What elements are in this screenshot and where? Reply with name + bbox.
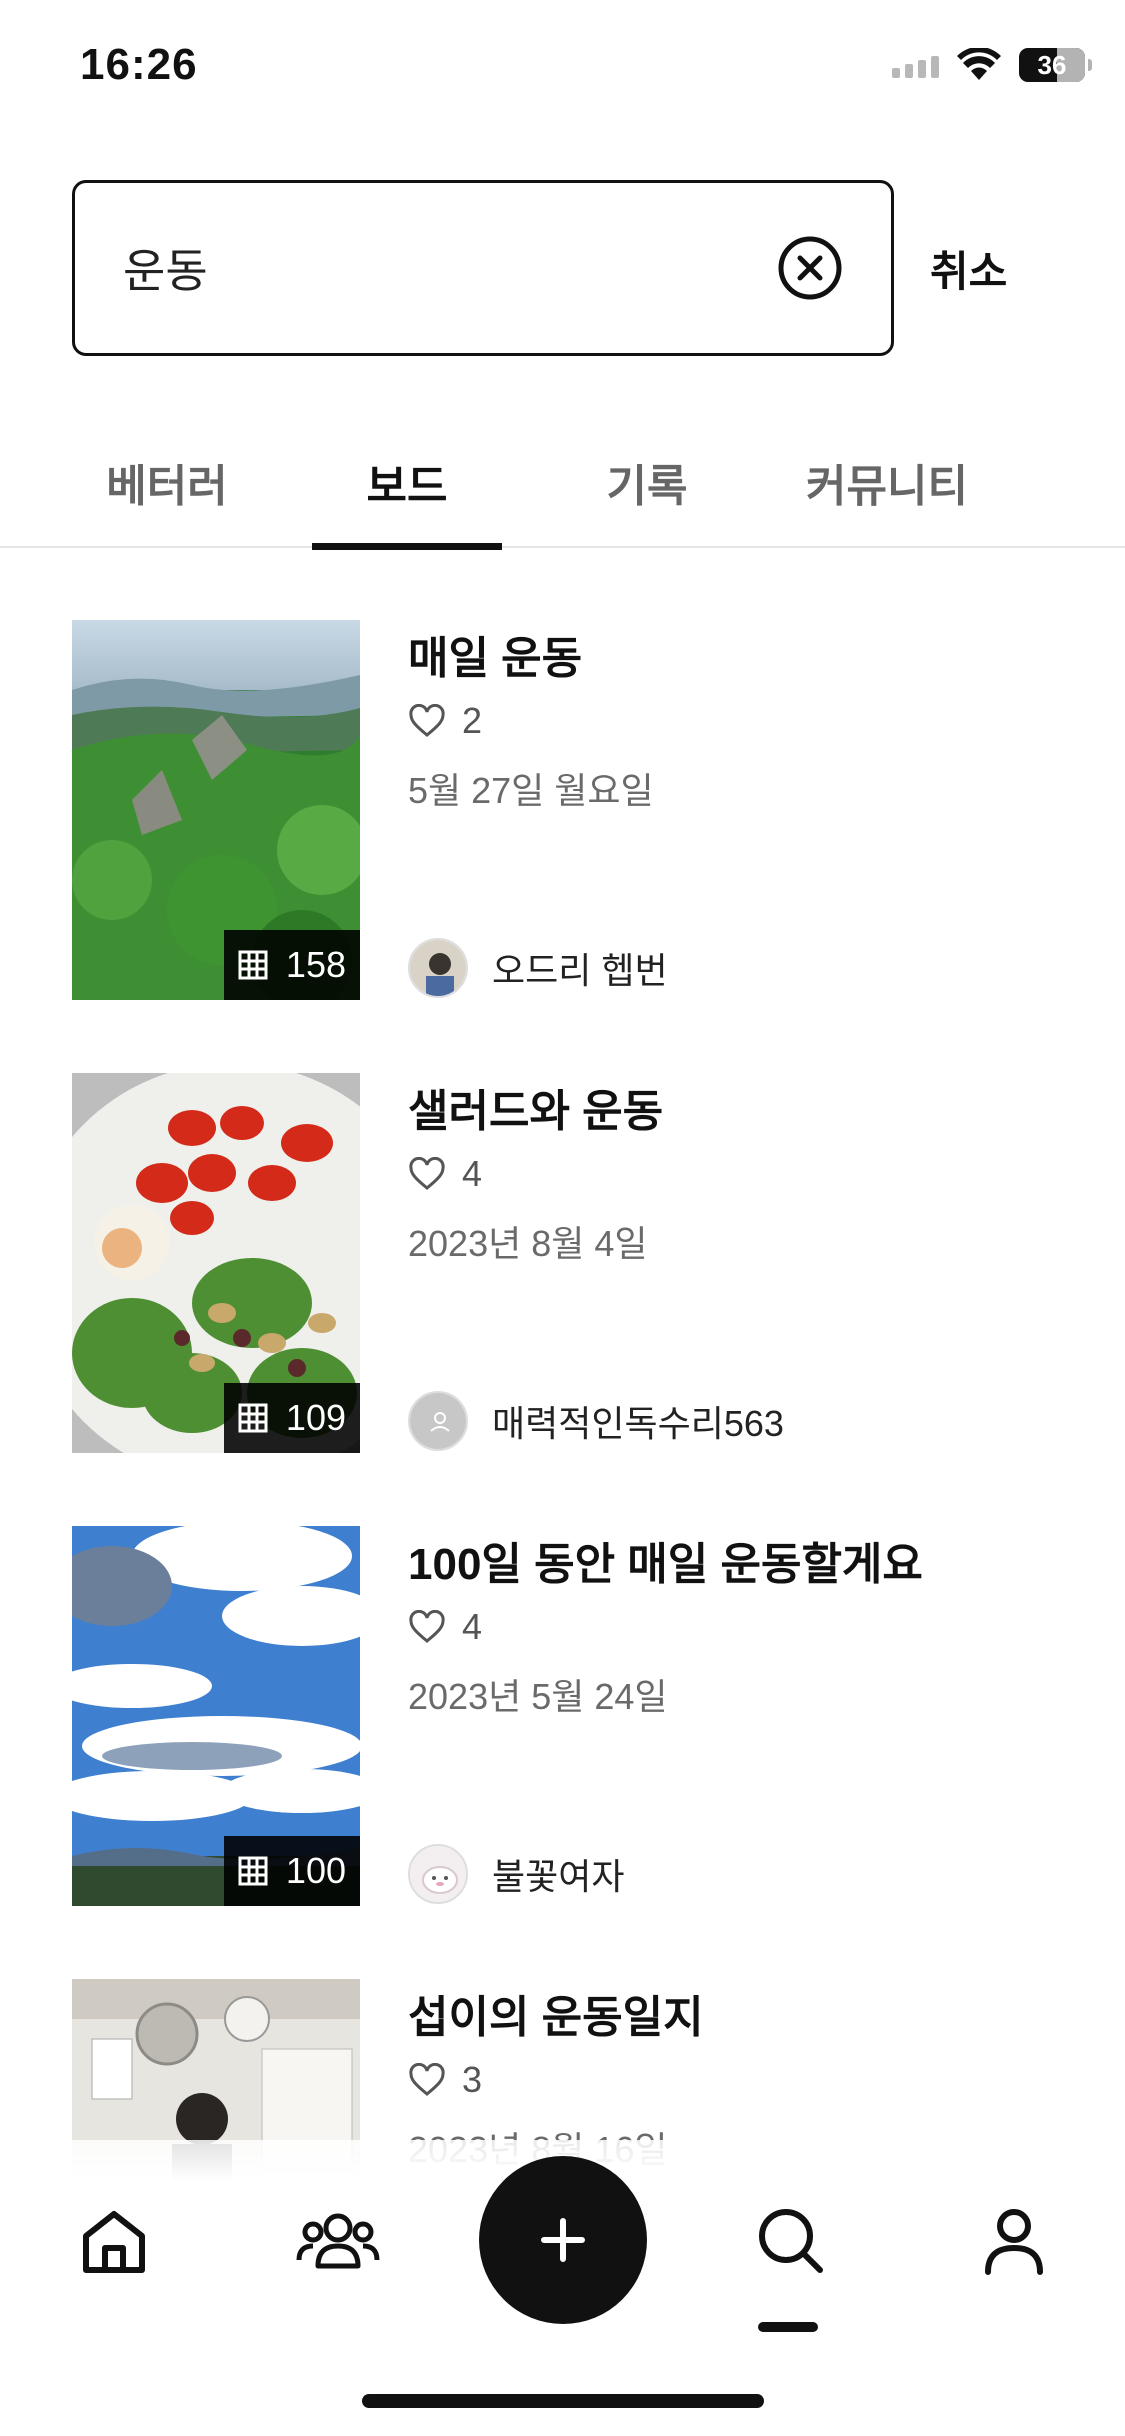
entry-count-badge: 109: [223, 1383, 360, 1453]
heart-icon: [409, 704, 445, 737]
entry-count: 100: [285, 1850, 346, 1891]
tab-board[interactable]: 보드: [312, 430, 502, 550]
board-title[interactable]: 샐러드와 운동: [408, 1075, 663, 1139]
battery-level: 36: [1037, 49, 1067, 80]
nav-profile[interactable]: [972, 2140, 1056, 2340]
entry-count-badge: 100: [223, 1836, 360, 1906]
author[interactable]: 매력적인독수리563: [408, 1391, 784, 1451]
add-icon[interactable]: [538, 2215, 588, 2265]
grid-icon: [238, 1403, 268, 1433]
nav-home[interactable]: [72, 2140, 156, 2340]
heart-icon: [409, 1157, 445, 1190]
status-time: 16:26: [80, 40, 198, 89]
nav-search[interactable]: [748, 2140, 832, 2340]
author-name: 매력적인독수리563: [492, 1403, 784, 1444]
search-query[interactable]: 운동: [123, 235, 777, 301]
like-count: 4: [408, 1153, 482, 1195]
search-icon[interactable]: [750, 2200, 830, 2280]
board-title[interactable]: 매일 운동: [408, 622, 582, 686]
nav-community[interactable]: [290, 2140, 386, 2340]
like-count-value: 2: [462, 700, 483, 741]
board-date: 5월 27일 월요일: [408, 770, 654, 811]
like-count-value: 4: [462, 1153, 483, 1194]
like-count-value: 4: [462, 1606, 483, 1647]
active-tab-indicator: [758, 2322, 818, 2332]
tab-community[interactable]: 커뮤니티: [792, 430, 982, 548]
author-name: 오드리 헵번: [492, 950, 668, 991]
entry-count-badge: 158: [223, 930, 360, 1000]
status-icons: 36: [892, 48, 1092, 82]
profile-icon[interactable]: [974, 2200, 1054, 2280]
like-count-value: 3: [462, 2059, 483, 2100]
battery-icon: 36: [1019, 48, 1092, 82]
home-icon[interactable]: [74, 2200, 154, 2280]
board-title[interactable]: 섭이의 운동일지: [408, 1981, 704, 2045]
search-input[interactable]: 운동: [72, 180, 894, 356]
board-item[interactable]: 109 샐러드와 운동 4 2023년 8월 4일 매력적인독수리563: [72, 1073, 1072, 1453]
board-title[interactable]: 100일 동안 매일 운동할게요: [408, 1528, 923, 1592]
grid-icon: [238, 1856, 268, 1886]
author[interactable]: 불꽃여자: [408, 1844, 624, 1904]
entry-count: 158: [285, 944, 346, 985]
bottom-navigation: [0, 2140, 1125, 2340]
board-thumbnail: 158: [72, 620, 360, 1000]
avatar: [408, 1391, 468, 1451]
board-thumbnail: 100: [72, 1526, 360, 1906]
clear-search-icon[interactable]: [777, 235, 843, 301]
wifi-icon: [957, 48, 1001, 80]
avatar: [408, 938, 468, 998]
entry-count: 109: [285, 1397, 346, 1438]
like-count: 4: [408, 1606, 482, 1648]
board-thumbnail: 109: [72, 1073, 360, 1453]
status-bar: 16:26 36: [0, 0, 1125, 140]
add-button[interactable]: [479, 2156, 647, 2324]
like-count: 3: [408, 2059, 482, 2101]
grid-icon: [238, 950, 268, 980]
board-date: 2023년 8월 4일: [408, 1223, 648, 1264]
tab-record[interactable]: 기록: [552, 430, 742, 548]
like-count: 2: [408, 700, 482, 742]
home-indicator[interactable]: [362, 2394, 764, 2408]
author-name: 불꽃여자: [492, 1856, 625, 1897]
search-tabs: 베터러 보드 기록 커뮤니티: [0, 430, 1125, 550]
heart-icon: [409, 1610, 445, 1643]
community-icon[interactable]: [293, 2200, 383, 2280]
tab-better[interactable]: 베터러: [72, 430, 262, 548]
board-item[interactable]: 100 100일 동안 매일 운동할게요 4 2023년 5월 24일 불꽃여자: [72, 1526, 1072, 1906]
cellular-signal-icon: [892, 52, 939, 78]
author[interactable]: 오드리 헵번: [408, 938, 668, 998]
cancel-button[interactable]: 취소: [930, 238, 1007, 299]
heart-icon: [409, 2063, 445, 2096]
board-item[interactable]: 158 매일 운동 2 5월 27일 월요일 오드리 헵번: [72, 620, 1072, 1000]
board-date: 2023년 5월 24일: [408, 1676, 668, 1717]
avatar: [408, 1844, 468, 1904]
